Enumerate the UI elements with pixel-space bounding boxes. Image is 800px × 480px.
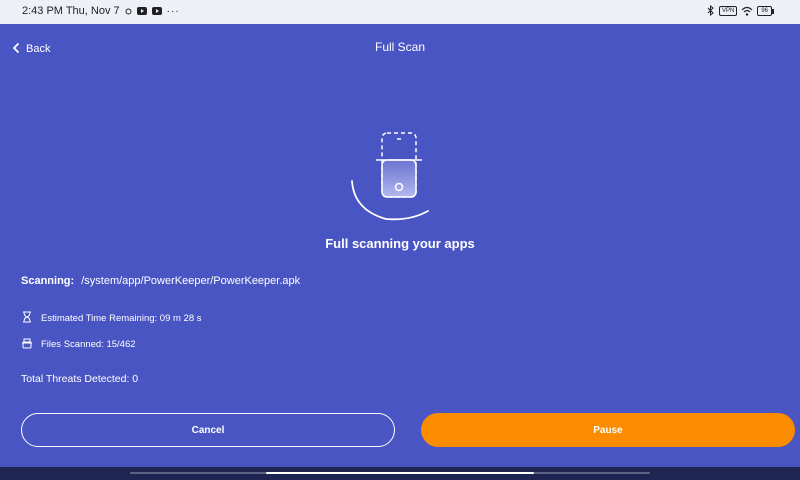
- scanning-status: Scanning: /system/app/PowerKeeper/PowerK…: [21, 275, 300, 287]
- cancel-button[interactable]: Cancel: [21, 413, 395, 447]
- notification-dot-icon: [125, 8, 132, 15]
- files-scanned-text: Files Scanned: 15/462: [41, 339, 136, 350]
- threats-detected: Total Threats Detected: 0: [21, 373, 139, 385]
- time-remaining-text: Estimated Time Remaining: 09 m 28 s: [41, 313, 202, 324]
- files-scanned-row: Files Scanned: 15/462: [21, 337, 136, 352]
- battery-icon: 96: [757, 5, 774, 16]
- phone-scan-icon: [340, 125, 440, 225]
- scanning-path: /system/app/PowerKeeper/PowerKeeper.apk: [81, 275, 301, 287]
- more-notifications-icon: ···: [166, 5, 180, 17]
- bluetooth-icon: [707, 5, 715, 16]
- youtube-icon: [151, 7, 162, 15]
- page-title: Full Scan: [374, 40, 426, 54]
- time-remaining-row: Estimated Time Remaining: 09 m 28 s: [21, 311, 202, 326]
- wifi-icon: [741, 6, 753, 16]
- scan-heading: Full scanning your apps: [325, 236, 475, 251]
- hourglass-icon: [21, 311, 33, 326]
- navigation-bar: [0, 467, 800, 480]
- home-handle[interactable]: [266, 472, 534, 474]
- status-bar: 2:43 PM Thu, Nov 7 ··· VPN 96: [0, 0, 800, 24]
- youtube-icon: [136, 7, 147, 15]
- scanning-label: Scanning:: [21, 275, 75, 287]
- status-time: 2:43 PM Thu, Nov 7: [22, 5, 120, 17]
- vpn-icon: VPN: [718, 5, 738, 16]
- pause-button[interactable]: Pause: [421, 413, 795, 447]
- files-icon: [21, 337, 33, 352]
